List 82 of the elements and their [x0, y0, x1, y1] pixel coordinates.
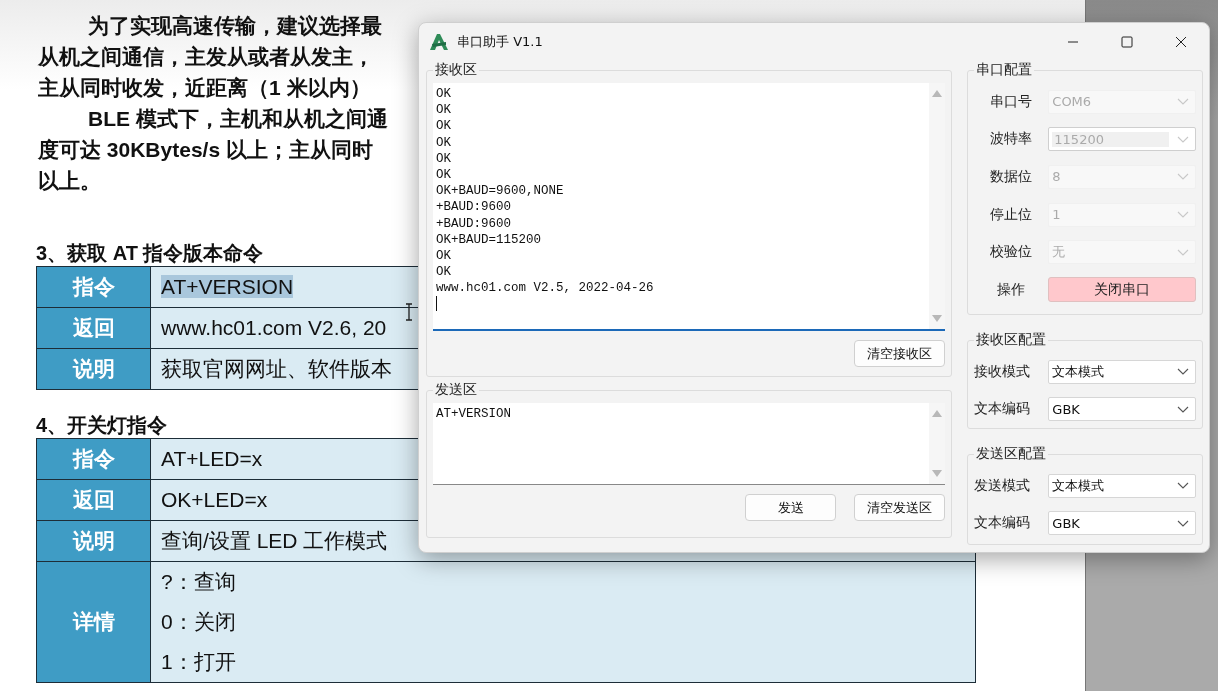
dropdown[interactable]: 文本模式 — [1048, 473, 1196, 498]
cell-text: 查询/设置 LED 工作模式 — [161, 529, 388, 552]
close-icon[interactable] — [1175, 36, 1187, 48]
field-label: 停止位 — [989, 205, 1034, 224]
paragraph-line: BLE 模式下，主机和从机之间通 — [87, 106, 388, 132]
text-caret — [436, 296, 437, 312]
maximize-icon[interactable] — [1121, 36, 1133, 48]
logo-icon — [429, 33, 449, 51]
paragraph-line: 为了实现高速传输，建议选择最 — [87, 13, 382, 39]
table-header-cell: 返回 — [37, 480, 151, 520]
field-label: 文本编码 — [974, 400, 1032, 419]
group-title: 串口配置 — [975, 61, 1034, 79]
paragraph-line: 以上。 — [37, 168, 101, 194]
output-line: OK+BAUD=115200 — [436, 231, 543, 248]
group-title: 接收区配置 — [975, 331, 1048, 349]
output-line: +BAUD:9600 — [436, 199, 512, 216]
output-line: www.hc01.com V2.5, 2022-04-26 — [436, 280, 655, 297]
clear-receive-button[interactable]: 清空接收区 — [854, 340, 946, 367]
cell-text: AT+LED=x — [161, 447, 263, 470]
chevron-down-icon — [1177, 519, 1189, 527]
clear-send-button[interactable]: 清空发送区 — [854, 494, 946, 521]
chevron-down-icon — [1177, 248, 1189, 256]
output-line: +BAUD:9600 — [436, 215, 512, 232]
group-title: 发送区 — [434, 381, 478, 399]
scroll-down-icon[interactable] — [932, 315, 943, 323]
output-line: OK — [436, 118, 452, 135]
table-header-cell: 指令 — [37, 439, 151, 479]
table-header-cell: 详情 — [37, 562, 151, 682]
dropdown[interactable]: 文本模式 — [1048, 359, 1196, 384]
chevron-down-icon — [1177, 405, 1189, 413]
send-text-area[interactable]: AT+VERSION — [433, 403, 946, 485]
table-header-cell: 说明 — [37, 521, 151, 561]
field-label: 波特率 — [989, 130, 1034, 149]
window-title: 串口助手 V1.1 — [457, 33, 543, 51]
table-header-cell: 说明 — [37, 349, 151, 389]
output-line: OK — [436, 134, 452, 151]
output-line: OK — [436, 150, 452, 167]
field-label: 文本编码 — [974, 514, 1032, 533]
group-title: 接收区 — [434, 61, 478, 79]
section-heading: 3、获取 AT 指令版本命令 — [36, 241, 264, 266]
close-port-button[interactable]: 关闭串口 — [1048, 277, 1196, 303]
receive-text-area[interactable]: OK OK OK OK OK OK OK+BAUD=9600,NONE +BAUD:9600 +BAUD:9600 OK+BAUD=115200 OK OK www.hc01.com V2.5, 2022-04-26 — [433, 83, 946, 331]
table-header-cell: 返回 — [37, 308, 151, 348]
chevron-down-icon — [1177, 98, 1189, 106]
cell-text: AT+VERSION — [161, 275, 294, 298]
cell-text: 获取官网网址、软件版本 — [161, 357, 392, 380]
field-label: 发送模式 — [974, 476, 1032, 495]
chevron-down-icon — [1177, 135, 1189, 143]
input-text: AT+VERSION — [436, 406, 512, 423]
cell-text: 1：打开 — [161, 650, 236, 673]
group-title: 发送区配置 — [975, 445, 1048, 463]
scroll-up-icon[interactable] — [932, 89, 943, 97]
table-header-cell: 指令 — [37, 267, 151, 307]
send-button[interactable]: 发送 — [745, 494, 837, 521]
chevron-down-icon — [1177, 211, 1189, 219]
text-cursor-icon — [405, 303, 413, 321]
field-label: 数据位 — [989, 168, 1034, 186]
chevron-down-icon — [1177, 173, 1189, 181]
paragraph-line: 主从同时收发，近距离（1 米以内） — [37, 75, 371, 101]
scroll-up-icon[interactable] — [932, 409, 943, 417]
paragraph-line: 度可达 30KBytes/s 以上；主从同时 — [37, 137, 373, 163]
cell-text: www.hc01.com V2.6, 20 — [161, 316, 387, 339]
dropdown[interactable]: GBK — [1048, 511, 1196, 536]
cell-text: OK+LED=x — [161, 488, 268, 511]
output-line: OK — [436, 264, 452, 281]
field-label: 串口号 — [989, 92, 1034, 111]
scroll-down-icon[interactable] — [932, 470, 943, 478]
chevron-down-icon — [1177, 368, 1189, 376]
output-line: OK — [436, 166, 452, 184]
section-heading: 4、开关灯指令 — [36, 413, 168, 438]
field-label: 校验位 — [989, 243, 1034, 262]
cell-text: ?：查询 — [161, 570, 236, 593]
output-line: OK — [436, 102, 452, 119]
field-label: 接收模式 — [974, 362, 1032, 381]
chevron-down-icon — [1177, 482, 1189, 490]
paragraph-line: 从机之间通信，主发从或者从发主， — [37, 44, 374, 70]
cell-text: 0：关闭 — [161, 610, 236, 633]
dropdown[interactable]: GBK — [1048, 397, 1196, 422]
output-line: OK+BAUD=9600,NONE — [436, 183, 565, 200]
output-line: OK — [436, 247, 452, 265]
output-line: OK — [436, 86, 452, 103]
field-label: 操作 — [996, 280, 1027, 299]
